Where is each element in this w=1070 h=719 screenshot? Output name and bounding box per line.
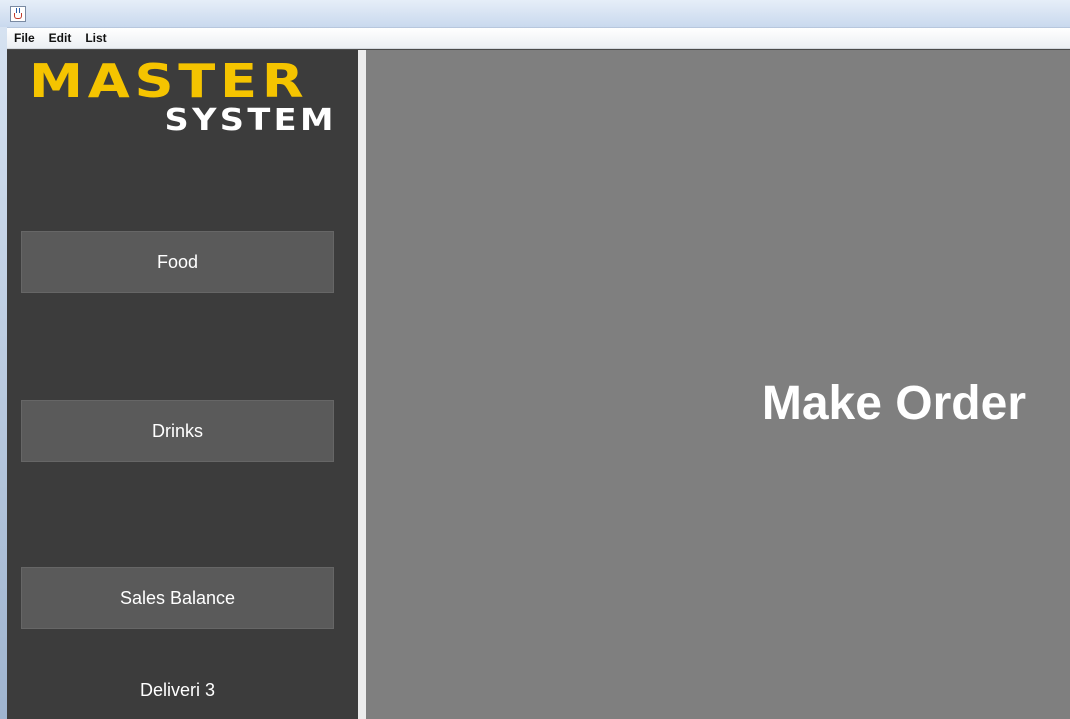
food-button[interactable]: Food [21,231,334,293]
master-system-logo: MASTER SYSTEM [29,56,349,140]
make-order-heading: Make Order [761,377,1026,430]
main-panel: Make Order [366,50,1070,719]
food-button-label: Food [156,251,199,272]
application-window: File Edit List MASTER SYSTEM Food Drinks… [0,0,1070,719]
java-cup-icon[interactable] [10,6,26,22]
window-title-bar[interactable] [0,0,1070,28]
menu-edit[interactable]: Edit [42,28,79,48]
sales-balance-button[interactable]: Sales Balance [21,567,334,629]
window-frame-edge [0,27,7,719]
delivery-label: Deliveri 3 [139,680,216,700]
panel-divider [358,50,366,719]
drinks-button-label: Drinks [151,420,203,441]
menu-list[interactable]: List [78,28,113,48]
menu-file[interactable]: File [7,28,42,48]
sidebar: MASTER SYSTEM Food Drinks Sales Balance … [7,50,358,719]
logo-system-text: SYSTEM [164,103,337,138]
drinks-button[interactable]: Drinks [21,400,334,462]
sales-balance-button-label: Sales Balance [119,587,236,608]
menu-bar: File Edit List [7,28,1070,49]
logo-master-text: MASTER [29,54,309,108]
